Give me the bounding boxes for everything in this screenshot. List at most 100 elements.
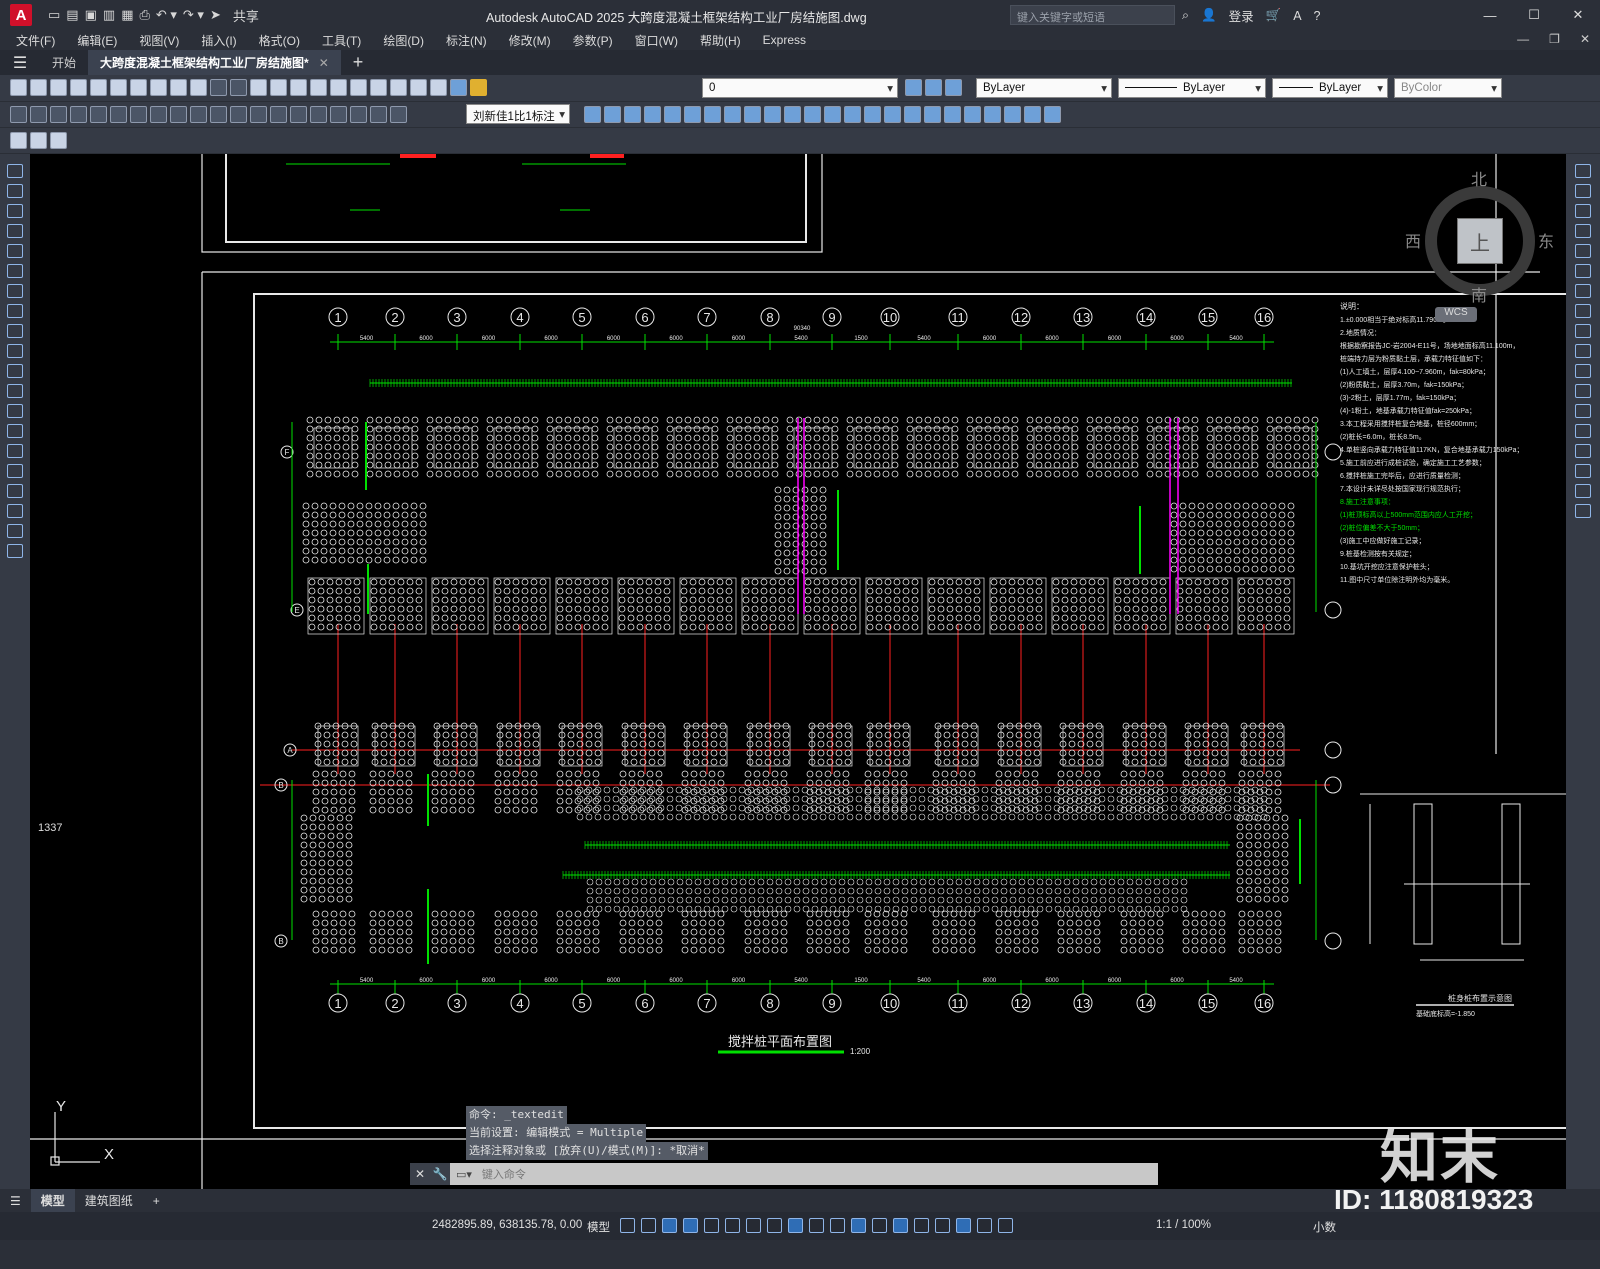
join-tool-icon[interactable] bbox=[1575, 424, 1591, 438]
annotation-visibility-icon[interactable] bbox=[956, 1218, 971, 1233]
viewcube[interactable]: 上 北 南 西 东 bbox=[1405, 166, 1555, 316]
tab-close-icon[interactable]: ✕ bbox=[319, 56, 329, 70]
layouts-menu-icon[interactable]: ☰ bbox=[0, 1189, 31, 1212]
menu-icon[interactable]: ☰ bbox=[0, 53, 40, 73]
linear-dim-icon[interactable] bbox=[10, 106, 27, 123]
share-button[interactable]: 共享 bbox=[233, 6, 259, 25]
jogged-linear-icon[interactable] bbox=[330, 106, 347, 123]
block-icon[interactable] bbox=[964, 106, 981, 123]
ellipse-arc-icon[interactable] bbox=[7, 364, 23, 378]
help-icon[interactable]: ? bbox=[1314, 9, 1321, 23]
dim-break-icon[interactable] bbox=[250, 106, 267, 123]
extend-icon[interactable] bbox=[804, 106, 821, 123]
lineweight-dropdown[interactable]: ByLayer ▾ bbox=[1272, 78, 1388, 98]
dim-space-icon[interactable] bbox=[230, 106, 247, 123]
doc-minimize-icon[interactable]: — bbox=[1517, 32, 1529, 46]
attribute-icon[interactable] bbox=[1004, 106, 1021, 123]
rotate-icon[interactable] bbox=[724, 106, 741, 123]
menu-parametric[interactable]: 参数(P) bbox=[573, 32, 613, 49]
blend-icon[interactable] bbox=[1575, 484, 1591, 498]
layer-dropdown[interactable]: 0 ▾ bbox=[702, 78, 898, 98]
sign-in-button[interactable]: 登录 bbox=[1229, 6, 1254, 25]
dimstyle-dropdown[interactable]: 刘新佳1比1标注 ▾ bbox=[466, 104, 570, 124]
mirror-tool-icon[interactable] bbox=[1575, 204, 1591, 218]
annotation-scale[interactable]: 1:1 / 100% bbox=[1156, 1219, 1211, 1231]
move-icon[interactable] bbox=[704, 106, 721, 123]
layer-state-icon[interactable] bbox=[470, 79, 487, 96]
selection-filter-icon[interactable] bbox=[914, 1218, 929, 1233]
mtext-icon[interactable] bbox=[7, 524, 23, 538]
insert-block-icon[interactable] bbox=[984, 106, 1001, 123]
ungroup-icon[interactable] bbox=[944, 106, 961, 123]
dim-update-icon[interactable] bbox=[390, 106, 407, 123]
save-icon[interactable]: ▣ bbox=[85, 7, 97, 23]
pencil-icon[interactable] bbox=[1575, 164, 1591, 178]
insert-icon[interactable] bbox=[7, 384, 23, 398]
quick-dim-icon[interactable] bbox=[170, 106, 187, 123]
dim-style-icon[interactable] bbox=[584, 106, 601, 123]
model-space-toggle[interactable]: 模型 bbox=[587, 1219, 610, 1235]
aligned-dim-icon[interactable] bbox=[30, 106, 47, 123]
user-icon[interactable]: 👤 bbox=[1201, 8, 1217, 23]
viewcube-top-face[interactable]: 上 bbox=[1457, 218, 1503, 264]
tool-palettes-icon[interactable] bbox=[350, 79, 367, 96]
menu-window[interactable]: 窗口(W) bbox=[635, 32, 678, 49]
copy-tool-icon[interactable] bbox=[1575, 184, 1591, 198]
dim-text-edit-icon[interactable] bbox=[370, 106, 387, 123]
new-file-icon[interactable]: ▭ bbox=[48, 7, 60, 23]
polyline-icon[interactable] bbox=[7, 204, 23, 218]
menu-format[interactable]: 格式(O) bbox=[259, 32, 300, 49]
ortho-icon[interactable] bbox=[704, 1218, 719, 1233]
autodesk-app-icon[interactable]: A bbox=[1293, 9, 1301, 23]
osnap-icon[interactable] bbox=[788, 1218, 803, 1233]
make-block-icon[interactable] bbox=[7, 404, 23, 418]
menu-insert[interactable]: 插入(I) bbox=[201, 32, 236, 49]
zoom-icon[interactable] bbox=[270, 79, 287, 96]
layer-match-icon[interactable] bbox=[945, 79, 962, 96]
circle-icon[interactable] bbox=[7, 284, 23, 298]
wrench-icon[interactable]: 🔧 bbox=[430, 1163, 450, 1185]
jogged-icon[interactable] bbox=[110, 106, 127, 123]
continue-icon[interactable] bbox=[210, 106, 227, 123]
trim-icon[interactable] bbox=[784, 106, 801, 123]
save-as-icon[interactable]: ▥ bbox=[103, 7, 115, 23]
array-tool-icon[interactable] bbox=[1575, 244, 1591, 258]
rectangle-icon[interactable] bbox=[7, 244, 23, 258]
command-prompt-icon[interactable]: ▭▾ bbox=[456, 1168, 472, 1181]
region-icon[interactable] bbox=[7, 484, 23, 498]
lineweight-icon[interactable] bbox=[809, 1218, 824, 1233]
menu-express[interactable]: Express bbox=[763, 33, 806, 47]
paste-icon[interactable] bbox=[170, 79, 187, 96]
rotate-tool-icon[interactable] bbox=[1575, 284, 1591, 298]
group-icon[interactable] bbox=[924, 106, 941, 123]
explode-tool-icon[interactable] bbox=[1575, 504, 1591, 518]
qnew-icon[interactable] bbox=[10, 79, 27, 96]
search-icon[interactable]: ⌕ bbox=[1182, 8, 1189, 23]
break-point-icon[interactable] bbox=[1575, 384, 1591, 398]
tab-layout-sheet[interactable]: 建筑图纸 bbox=[75, 1189, 143, 1212]
maximize-icon[interactable]: ☐ bbox=[1512, 0, 1556, 30]
gradient-icon[interactable] bbox=[7, 464, 23, 478]
stretch-tool-icon[interactable] bbox=[1575, 324, 1591, 338]
construction-line-icon[interactable] bbox=[7, 184, 23, 198]
new-tab-icon[interactable]: + bbox=[353, 52, 364, 73]
point-icon[interactable] bbox=[7, 424, 23, 438]
calculator-icon[interactable] bbox=[410, 79, 427, 96]
redo-icon[interactable]: ↷ ▾ bbox=[183, 7, 204, 23]
dim-edit-icon[interactable] bbox=[350, 106, 367, 123]
share-icon[interactable]: ➤ bbox=[210, 7, 221, 23]
viewcube-east[interactable]: 东 bbox=[1538, 228, 1554, 252]
drawing-canvas[interactable]: 5400 5400 6000 6000 6000 6000 6000 6000 6000 6000… bbox=[30, 154, 1566, 1189]
doc-restore-icon[interactable]: ❐ bbox=[1549, 32, 1560, 46]
close-icon[interactable]: ✕ bbox=[410, 1163, 430, 1185]
tab-start[interactable]: 开始 bbox=[40, 50, 88, 75]
pan-icon[interactable] bbox=[250, 79, 267, 96]
arc-length-icon[interactable] bbox=[50, 106, 67, 123]
break-icon[interactable] bbox=[824, 106, 841, 123]
radius-dim-icon[interactable] bbox=[90, 106, 107, 123]
menu-edit[interactable]: 编辑(E) bbox=[77, 32, 117, 49]
add-layout-icon[interactable]: + bbox=[143, 1189, 170, 1212]
chamfer-tool-icon[interactable] bbox=[1575, 444, 1591, 458]
annotation-scale-icon[interactable] bbox=[998, 1218, 1013, 1233]
image-icon[interactable] bbox=[1044, 106, 1061, 123]
